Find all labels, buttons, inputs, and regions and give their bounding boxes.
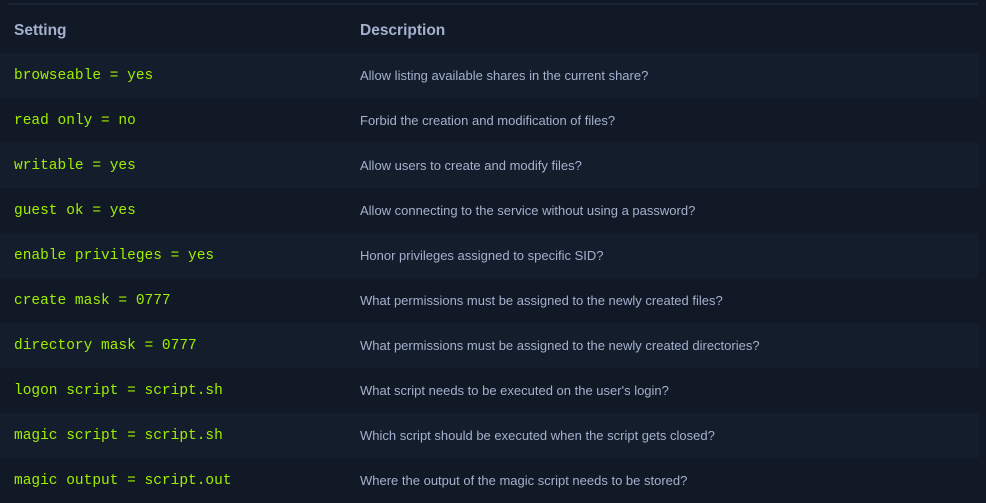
setting-cell: guest ok = yes (0, 188, 346, 233)
setting-cell: magic output = script.out (0, 458, 346, 503)
setting-cell: logon script = script.sh (0, 368, 346, 413)
setting-cell: writable = yes (0, 143, 346, 188)
header-row: Setting Description (0, 8, 979, 53)
description-cell: What permissions must be assigned to the… (346, 278, 979, 323)
table-row: magic script = script.sh Which script sh… (0, 413, 979, 458)
setting-cell: create mask = 0777 (0, 278, 346, 323)
description-cell: What permissions must be assigned to the… (346, 323, 979, 368)
settings-table: Setting Description browseable = yes All… (0, 8, 979, 503)
description-cell: Honor privileges assigned to specific SI… (346, 233, 979, 278)
table-row: create mask = 0777 What permissions must… (0, 278, 979, 323)
table-row: read only = no Forbid the creation and m… (0, 98, 979, 143)
setting-cell: enable privileges = yes (0, 233, 346, 278)
description-cell: What script needs to be executed on the … (346, 368, 979, 413)
description-cell: Where the output of the magic script nee… (346, 458, 979, 503)
setting-cell: browseable = yes (0, 53, 346, 98)
table-row: magic output = script.out Where the outp… (0, 458, 979, 503)
description-cell: Allow users to create and modify files? (346, 143, 979, 188)
table-row: browseable = yes Allow listing available… (0, 53, 979, 98)
setting-cell: read only = no (0, 98, 346, 143)
description-cell: Allow connecting to the service without … (346, 188, 979, 233)
setting-cell: magic script = script.sh (0, 413, 346, 458)
table-header: Setting Description (0, 8, 979, 53)
table-body: browseable = yes Allow listing available… (0, 53, 979, 503)
table-row: guest ok = yes Allow connecting to the s… (0, 188, 979, 233)
table-top-divider (8, 3, 978, 5)
table-row: writable = yes Allow users to create and… (0, 143, 979, 188)
table-row: enable privileges = yes Honor privileges… (0, 233, 979, 278)
table-row: logon script = script.sh What script nee… (0, 368, 979, 413)
column-header-description: Description (360, 21, 446, 39)
description-cell: Allow listing available shares in the cu… (346, 53, 979, 98)
column-header-setting: Setting (14, 21, 67, 39)
description-cell: Forbid the creation and modification of … (346, 98, 979, 143)
setting-cell: directory mask = 0777 (0, 323, 346, 368)
description-cell: Which script should be executed when the… (346, 413, 979, 458)
table-row: directory mask = 0777 What permissions m… (0, 323, 979, 368)
